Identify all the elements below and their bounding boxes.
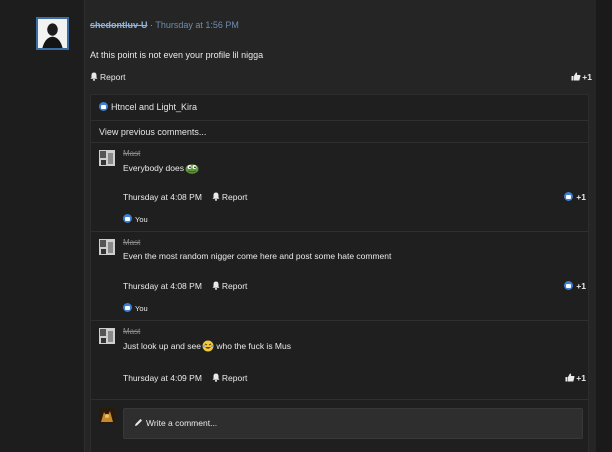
comment-meta: Thursday at 4:08 PM Report <box>123 192 247 202</box>
avatar-image <box>99 239 115 255</box>
pepe-emoji-icon <box>185 164 199 174</box>
comment-report-link[interactable]: Report <box>212 281 248 291</box>
laughing-emoji-icon <box>202 340 214 352</box>
like-reaction-icon <box>123 303 132 312</box>
comment-liked-by[interactable]: You <box>123 303 148 313</box>
comment-timestamp[interactable]: Thursday at 4:08 PM <box>123 281 202 291</box>
avatar-image <box>38 19 67 48</box>
comment-item: Mast Just look up and see who the fuck i… <box>91 321 588 400</box>
comment-like-count: +1 <box>576 373 586 383</box>
write-comment-row: Write a comment... <box>91 400 588 450</box>
avatar-image <box>99 150 115 166</box>
view-previous-comments-link[interactable]: View previous comments... <box>91 121 588 143</box>
comment-like-button[interactable]: +1 <box>565 373 586 383</box>
comment-timestamp[interactable]: Thursday at 4:08 PM <box>123 192 202 202</box>
bell-icon <box>212 373 220 382</box>
comment-like-count: +1 <box>576 192 586 202</box>
comment-liked-by[interactable]: You <box>123 214 148 224</box>
comment-item: Mast Everybody does Thursday at 4:08 PM R… <box>91 143 588 232</box>
comment-report-link[interactable]: Report <box>212 192 248 202</box>
thumbs-up-icon <box>571 72 581 81</box>
comment-liked-by-text: You <box>135 304 148 313</box>
comment-author[interactable]: Mast <box>123 149 140 158</box>
comment-text: Just look up and see who the fuck is Mus <box>123 340 291 352</box>
write-comment-placeholder: Write a comment... <box>146 418 218 428</box>
bell-icon <box>212 281 220 290</box>
comment-report-link[interactable]: Report <box>212 373 248 383</box>
comment-section: Htncel and Light_Kira View previous comm… <box>90 94 589 452</box>
comment-report-label: Report <box>221 192 248 202</box>
post-actions: Report +1 <box>90 72 592 84</box>
pencil-icon <box>135 419 142 426</box>
comment-text: Even the most random nigger come here an… <box>123 251 392 261</box>
comment-text-content: Everybody does <box>123 163 184 173</box>
thumbs-up-icon <box>565 373 575 382</box>
comment-text-after: who the fuck is Mus <box>213 341 291 351</box>
post-like-button[interactable]: +1 <box>571 72 592 82</box>
comment-author[interactable]: Mast <box>123 238 140 247</box>
current-user-avatar[interactable] <box>99 408 115 424</box>
post-body: At this point is not even your profile l… <box>90 50 264 60</box>
bell-icon <box>90 72 98 81</box>
comment-meta: Thursday at 4:08 PM Report <box>123 281 247 291</box>
comment-avatar[interactable] <box>99 150 115 166</box>
post-username[interactable]: shedontluv-U <box>90 20 148 30</box>
avatar-image <box>99 328 115 344</box>
post-likes-summary[interactable]: Htncel and Light_Kira <box>91 95 588 121</box>
avatar-image <box>99 408 115 424</box>
comment-like-button[interactable]: +1 <box>564 192 586 202</box>
comment-text-before: Just look up and see <box>123 341 201 351</box>
like-reaction-icon <box>564 192 574 201</box>
post-timestamp[interactable]: Thursday at 1:56 PM <box>155 20 239 30</box>
like-reaction-icon <box>123 214 132 223</box>
comment-liked-by-text: You <box>135 215 148 224</box>
comment-like-count: +1 <box>576 281 586 291</box>
post-header: shedontluv-U · Thursday at 1:56 PM <box>90 20 239 30</box>
comment-item: Mast Even the most random nigger come he… <box>91 232 588 321</box>
header-separator: · <box>150 20 154 30</box>
comment-report-label: Report <box>221 281 248 291</box>
comment-timestamp[interactable]: Thursday at 4:09 PM <box>123 373 202 383</box>
like-reaction-icon <box>564 281 574 290</box>
post-report-link[interactable]: Report <box>90 72 126 82</box>
post-report-label: Report <box>100 72 126 82</box>
liked-by-text: Htncel and Light_Kira <box>111 102 198 112</box>
comment-report-label: Report <box>221 373 248 383</box>
like-reaction-icon <box>99 102 108 111</box>
comment-avatar[interactable] <box>99 328 115 344</box>
poster-avatar[interactable] <box>36 17 69 50</box>
comment-author[interactable]: Mast <box>123 327 140 336</box>
comment-like-button[interactable]: +1 <box>564 281 586 291</box>
post-like-count: +1 <box>582 72 592 82</box>
bell-icon <box>212 192 220 201</box>
comment-avatar[interactable] <box>99 239 115 255</box>
comment-text: Everybody does <box>123 162 199 174</box>
left-gutter <box>0 0 84 452</box>
comment-meta: Thursday at 4:09 PM Report <box>123 373 247 383</box>
write-comment-input[interactable]: Write a comment... <box>123 408 583 439</box>
